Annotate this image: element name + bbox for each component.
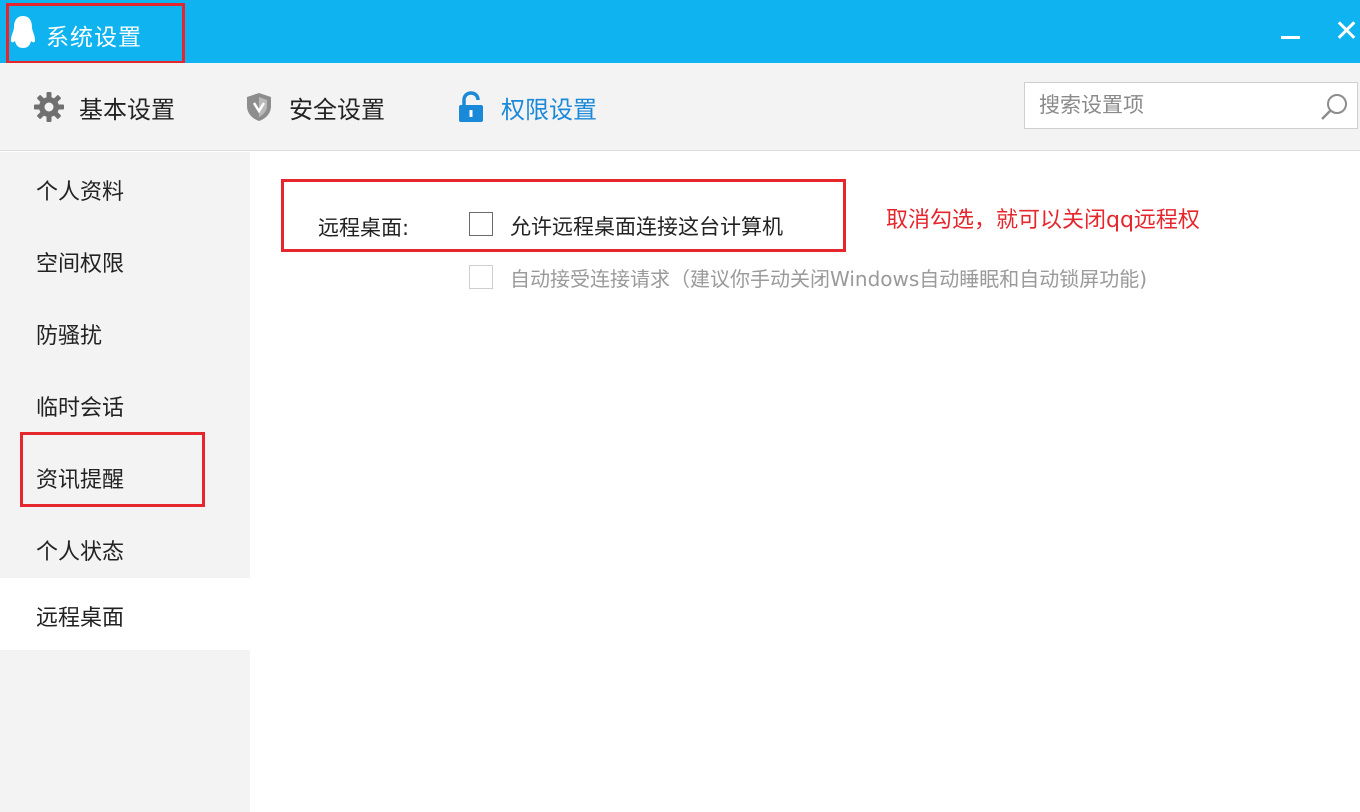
minimize-button[interactable] (1279, 22, 1303, 44)
shield-icon (247, 93, 271, 121)
sidebar-item-label: 空间权限 (36, 252, 125, 277)
tab-basic-settings[interactable]: 基本设置 (33, 63, 175, 151)
sidebar-item-label: 个人资料 (36, 180, 125, 205)
search-icon[interactable] (1319, 91, 1351, 123)
search-input[interactable] (1039, 91, 1309, 119)
sidebar-item-label: 远程桌面 (36, 606, 125, 631)
sidebar-item-temporary-chat[interactable]: 临时会话 (0, 368, 250, 440)
sidebar-item-anti-harassment[interactable]: 防骚扰 (0, 296, 250, 368)
sidebar-item-remote-desktop[interactable]: 远程桌面 (0, 578, 250, 650)
sidebar-highlight-box (20, 432, 205, 507)
sidebar-item-profile[interactable]: 个人资料 (0, 152, 250, 224)
sidebar-item-space-permission[interactable]: 空间权限 (0, 224, 250, 296)
tab-label: 基本设置 (79, 95, 175, 124)
title-highlight-box (6, 3, 185, 64)
close-button[interactable]: ✕ (1334, 17, 1360, 47)
settings-toolbar: 基本设置 安全设置 权限设置 (0, 63, 1360, 151)
annotation-text: 取消勾选，就可以关闭qq远程权 (886, 208, 1200, 233)
tab-permission-settings[interactable]: 权限设置 (455, 63, 597, 151)
sidebar-item-label: 防骚扰 (36, 324, 103, 349)
tab-label: 安全设置 (289, 95, 385, 124)
sidebar-item-label: 临时会话 (36, 396, 125, 421)
auto-accept-checkbox (469, 265, 493, 289)
option-highlight-box (281, 179, 846, 252)
lock-icon (459, 91, 483, 122)
title-bar: 系统设置 ✕ (0, 0, 1360, 63)
tab-label: 权限设置 (501, 95, 597, 124)
search-box (1024, 82, 1358, 129)
sidebar-item-personal-status[interactable]: 个人状态 (0, 512, 250, 584)
sidebar-item-label: 个人状态 (36, 540, 125, 565)
auto-accept-label: 自动接受连接请求（建议你手动关闭Windows自动睡眠和自动锁屏功能) (510, 267, 1148, 291)
tab-security-settings[interactable]: 安全设置 (243, 63, 385, 151)
gear-icon (34, 92, 64, 122)
